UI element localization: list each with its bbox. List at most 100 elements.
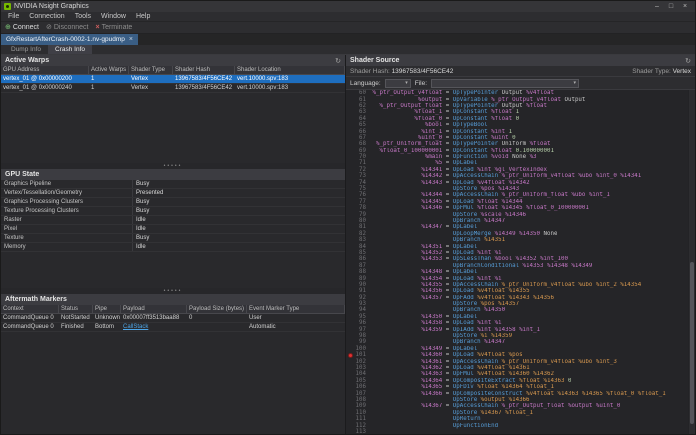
menu-help[interactable]: Help: [131, 12, 155, 22]
code-text: OpBranch %14347: [369, 339, 505, 345]
code-token: %14359: [421, 327, 442, 333]
code-text: %14353 = OpSLessThan %bool %14352 %int_1…: [369, 256, 568, 262]
column-header[interactable]: Status: [59, 305, 93, 313]
column-header[interactable]: Pipe: [93, 305, 121, 313]
aftermath-table: CommandQueue 0NotStartedUnknown0x00007ff…: [1, 314, 345, 332]
maximize-button[interactable]: □: [664, 1, 678, 12]
menu-tools[interactable]: Tools: [70, 12, 96, 22]
callstack-link[interactable]: CallStack: [121, 323, 187, 331]
language-dropdown[interactable]: ▾: [385, 79, 411, 88]
code-token: %float: [488, 109, 516, 115]
close-button[interactable]: ×: [678, 1, 692, 12]
column-header[interactable]: Event Marker Type: [247, 305, 345, 313]
code-token: OpFDiv: [453, 384, 474, 390]
title-bar: NVIDIA Nsight Graphics – □ ×: [1, 1, 695, 12]
code-text: %float_0_100000001 = OpConstant %float 0…: [369, 148, 554, 154]
cell: Unknown: [93, 314, 121, 322]
code-token: =: [442, 269, 452, 275]
code-token: =: [442, 180, 452, 186]
code-text: OpBranch %14350: [369, 307, 505, 313]
code-token: =: [442, 320, 452, 326]
line-number: 62: [354, 103, 369, 109]
code-token: %v4float %14342: [474, 180, 530, 186]
refresh-icon[interactable]: ↻: [685, 57, 691, 65]
table-row[interactable]: CommandQueue 0NotStartedUnknown0x00007ff…: [1, 314, 345, 323]
column-header[interactable]: Payload Size (bytes): [187, 305, 247, 313]
state-row: Texture Processing ClustersBusy: [1, 207, 345, 216]
column-header[interactable]: Shader Location: [235, 66, 345, 74]
code-lines[interactable]: 60%_ptr_Output_v4float = OpTypePointer O…: [346, 90, 688, 434]
code-token: %14353: [421, 256, 442, 262]
code-token: %_ptr_Uniform_v4float %ubo %int_0 %14341: [498, 173, 641, 179]
code-text: %14347 = OpLabel: [369, 224, 477, 230]
code-token: OpAccessChain: [453, 282, 498, 288]
line-number: 77: [354, 199, 369, 205]
code-token: %14345: [421, 199, 442, 205]
menu-window[interactable]: Window: [96, 12, 131, 22]
minimize-button[interactable]: –: [650, 1, 664, 12]
table-row[interactable]: CommandQueue 0FinishedBottomCallStackAut…: [1, 323, 345, 332]
shader-source-title: Shader Source: [350, 57, 399, 64]
code-token: OpLoad: [453, 276, 474, 282]
code-token: %14353 %14348 %14349: [519, 263, 592, 269]
cell: 13967583/4F56CE42: [173, 75, 235, 83]
code-token: OpStore: [453, 186, 477, 192]
state-value: Busy: [133, 234, 345, 242]
column-header[interactable]: Context: [1, 305, 59, 313]
line-number: 67: [354, 135, 369, 141]
table-row[interactable]: vertex_01 @ 0x000002401Vertex13967583/4F…: [1, 84, 345, 93]
line-number: 80: [354, 218, 369, 224]
line-number: 86: [354, 256, 369, 262]
column-header[interactable]: Shader Hash: [173, 66, 235, 74]
gutter-marker[interactable]: [346, 353, 354, 358]
code-token: %int %i: [474, 320, 502, 326]
tab-crash-info[interactable]: Crash Info: [48, 45, 92, 54]
table-row[interactable]: vertex_01 @ 0x000002001Vertex13967583/4F…: [1, 75, 345, 84]
code-token: %float_0_100000001: [379, 148, 442, 154]
connect-icon: ⊕: [5, 22, 11, 34]
code-text: %14348 = OpLabel: [369, 269, 477, 275]
tab-crash-dump[interactable]: GfxRestartAfterCrash-0002-1.nv-gpudmp ×: [1, 34, 138, 45]
line-number: 103: [354, 365, 369, 371]
terminate-button[interactable]: × Terminate: [95, 22, 132, 34]
code-token: %14342: [421, 173, 442, 179]
code-token: %14346: [421, 205, 442, 211]
active-warps-header: Active Warps ↻: [1, 55, 345, 66]
gpu-state-table: Graphics PipelineBusyVertex/Tessellation…: [1, 180, 345, 252]
scrollbar-thumb[interactable]: [690, 262, 694, 424]
tab-close-icon[interactable]: ×: [129, 36, 133, 43]
state-name: Texture: [1, 234, 133, 242]
column-header[interactable]: Shader Type: [129, 66, 173, 74]
code-token: %pos %14343: [477, 186, 519, 192]
code-token: %_ptr_Output_float: [379, 103, 442, 109]
code-token: %scale %14346: [477, 212, 526, 218]
code-text: %14346 = OpFMul %float %14345 %float_0_1…: [369, 205, 589, 211]
code-token: %14351: [481, 237, 505, 243]
line-number: 88: [354, 269, 369, 275]
file-dropdown[interactable]: ▾: [431, 79, 579, 88]
code-token: %_ptr_Uniform_v4float %ubo %int_3: [498, 359, 617, 365]
code-token: 1: [516, 109, 520, 115]
vertical-scrollbar[interactable]: [688, 90, 695, 434]
menu-file[interactable]: File: [3, 12, 24, 22]
code-token: 0.100000001: [516, 148, 554, 154]
code-token: %_ptr_Output_v4float: [488, 97, 565, 103]
line-number: 98: [354, 333, 369, 339]
code-token: =: [442, 282, 452, 288]
column-header[interactable]: Payload: [121, 305, 187, 313]
connect-button[interactable]: ⊕ Connect: [5, 22, 39, 34]
code-token: %14355: [421, 282, 442, 288]
menu-connection[interactable]: Connection: [24, 12, 69, 22]
code-token: %float: [488, 116, 516, 122]
code-token: %i %14359: [477, 333, 512, 339]
tab-dump-info[interactable]: Dump Info: [4, 45, 48, 54]
disconnect-button[interactable]: ⊘ Disconnect: [46, 22, 89, 34]
refresh-icon[interactable]: ↻: [335, 57, 341, 65]
line-number: 61: [354, 97, 369, 103]
code-token: =: [442, 250, 452, 256]
column-header[interactable]: Active Warps: [89, 66, 129, 74]
column-header[interactable]: GPU Address: [1, 66, 89, 74]
code-token: %int_1: [421, 129, 442, 135]
code-text: %output = OpVariable %_ptr_Output_v4floa…: [369, 97, 585, 103]
line-number: 64: [354, 116, 369, 122]
